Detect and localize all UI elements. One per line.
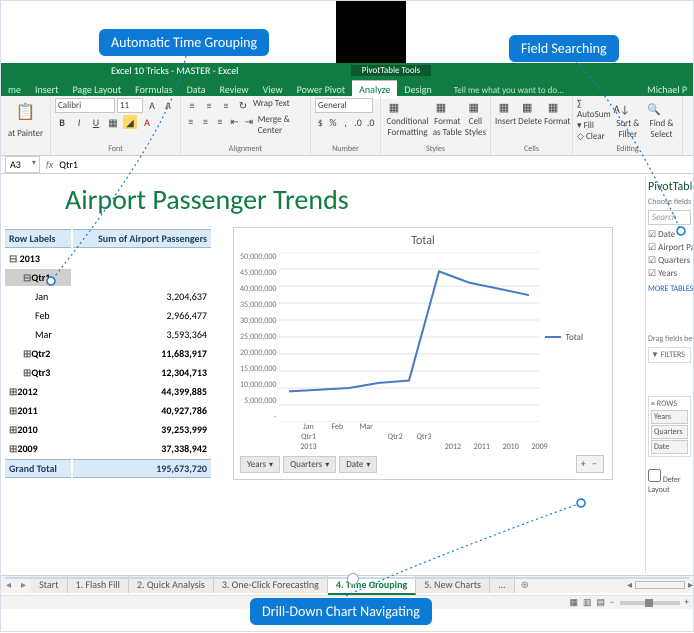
- legend: Total: [539, 252, 583, 422]
- decrease-font-icon[interactable]: A: [161, 98, 175, 112]
- format-cells-icon[interactable]: ▦: [544, 98, 562, 116]
- more-tables-link[interactable]: MORE TABLES...: [648, 284, 691, 294]
- underline-icon[interactable]: U: [89, 115, 103, 129]
- group-font-label: Font: [55, 144, 176, 155]
- formula-bar-value[interactable]: Qtr1: [59, 158, 78, 171]
- fx-icon[interactable]: fx: [46, 158, 53, 171]
- font-size[interactable]: 11: [117, 98, 143, 113]
- chart-plot-area: [279, 252, 539, 422]
- annotation-field-searching: Field Searching: [509, 35, 619, 62]
- chart-field-button[interactable]: Quarters: [283, 456, 336, 473]
- window-title: Excel 10 Tricks - MASTER - Excel: [111, 64, 351, 77]
- inc-decimal-icon[interactable]: .0: [353, 115, 364, 129]
- annotation-drill-down: Drill-Down Chart Navigating: [250, 598, 432, 625]
- pivot-field-pane: PivotTable Choose fields to a Search Dat…: [645, 176, 693, 573]
- orientation-icon[interactable]: ↻: [236, 98, 250, 112]
- chart-field-button[interactable]: Years: [240, 456, 280, 473]
- merge-center[interactable]: Merge & Center: [258, 114, 306, 136]
- field-airport-passe[interactable]: Airport Passe: [648, 241, 691, 254]
- defer-layout-checkbox[interactable]: [648, 469, 661, 482]
- cond-format-icon[interactable]: ▦: [385, 98, 403, 116]
- insert-cells-icon[interactable]: ▦: [495, 98, 513, 116]
- titlebar: Excel 10 Tricks - MASTER - Excel PivotTa…: [1, 63, 693, 78]
- fill-color-icon[interactable]: ◢: [123, 115, 137, 129]
- number-format[interactable]: General: [315, 98, 373, 113]
- view-layout-icon[interactable]: ▥: [583, 597, 592, 608]
- contextual-tools-label: PivotTable Tools: [351, 65, 431, 76]
- align-right-icon[interactable]: ≡: [214, 114, 226, 128]
- italic-icon[interactable]: I: [72, 115, 86, 129]
- zoom-slider[interactable]: [620, 601, 680, 605]
- autosum[interactable]: ∑ AutoSum: [577, 98, 611, 120]
- indent-dec-icon[interactable]: ⇤: [229, 114, 241, 128]
- pivot-chart[interactable]: Total 50,000,00045,000,00040,000,00035,0…: [233, 227, 613, 480]
- cell-styles-icon[interactable]: ▦: [465, 98, 483, 116]
- clear[interactable]: ◇ Clear: [577, 131, 611, 142]
- rows-zone[interactable]: ≡ ROWS YearsQuartersDate: [648, 396, 691, 457]
- black-redaction: [336, 1, 406, 63]
- format-table-icon[interactable]: ▦: [432, 98, 450, 116]
- ribbon-tabs: meInsertPage LayoutFormulasDataReviewVie…: [1, 78, 693, 96]
- field-pane-title: PivotTable: [648, 180, 691, 194]
- align-bot-icon[interactable]: ≡: [219, 98, 233, 112]
- font-color-icon[interactable]: A: [140, 115, 154, 129]
- field-years[interactable]: Years: [648, 267, 691, 280]
- align-mid-icon[interactable]: ≡: [202, 98, 216, 112]
- tell-me[interactable]: Tell me what you want to do...: [439, 85, 564, 96]
- view-normal-icon[interactable]: ▦: [569, 597, 578, 608]
- align-center-icon[interactable]: ≡: [200, 114, 212, 128]
- comma-icon[interactable]: ,: [340, 115, 351, 129]
- font-name[interactable]: Calibri: [55, 98, 115, 113]
- field-quarters[interactable]: Quarters: [648, 254, 691, 267]
- add-sheet-button[interactable]: ⊕: [515, 578, 535, 591]
- find-select-icon[interactable]: 🔍: [645, 100, 663, 118]
- chart-title: Total: [240, 234, 606, 248]
- wrap-text[interactable]: Wrap Text: [253, 98, 290, 112]
- h-scrollbar[interactable]: [635, 581, 685, 589]
- drill-buttons[interactable]: + −: [576, 455, 604, 473]
- group-alignment-label: Alignment: [185, 144, 306, 155]
- pivot-table[interactable]: Row LabelsSum of Airport Passengers ⊟ 20…: [3, 227, 213, 480]
- dec-decimal-icon[interactable]: .0: [365, 115, 376, 129]
- borders-icon[interactable]: ▦: [106, 115, 120, 129]
- name-box[interactable]: A3: [5, 156, 40, 173]
- field-date[interactable]: Date: [648, 228, 691, 241]
- tab-nav-next[interactable]: ▸: [16, 578, 31, 591]
- currency-icon[interactable]: $: [315, 115, 326, 129]
- delete-cells-icon[interactable]: ▦: [518, 98, 536, 116]
- field-search-input[interactable]: Search: [648, 210, 691, 225]
- format-painter[interactable]: at Painter: [8, 128, 43, 139]
- report-title: Airport Passenger Trends: [1, 176, 693, 227]
- group-number-label: Number: [315, 144, 376, 155]
- paste-icon[interactable]: 📋: [12, 98, 40, 126]
- tab-nav-prev[interactable]: ◂: [1, 578, 16, 591]
- fill[interactable]: ▾ Fill: [577, 120, 611, 131]
- indent-inc-icon[interactable]: ⇥: [243, 114, 255, 128]
- image-separator: [5, 577, 689, 579]
- filters-zone[interactable]: ▼ FILTERS: [651, 350, 688, 360]
- annotation-time-grouping: Automatic Time Grouping: [99, 29, 269, 56]
- signed-in-user[interactable]: Michael P: [647, 83, 693, 96]
- increase-font-icon[interactable]: A: [145, 98, 159, 112]
- chart-field-button[interactable]: Date: [339, 456, 377, 473]
- ribbon: 📋 at Painter Calibri 11 A A B I U ▦ ◢ A: [1, 96, 693, 156]
- sort-filter-icon[interactable]: A↓: [613, 100, 631, 118]
- view-break-icon[interactable]: ▤: [597, 597, 606, 608]
- align-left-icon[interactable]: ≡: [185, 114, 197, 128]
- bold-icon[interactable]: B: [55, 115, 69, 129]
- align-top-icon[interactable]: ≡: [185, 98, 199, 112]
- percent-icon[interactable]: %: [328, 115, 339, 129]
